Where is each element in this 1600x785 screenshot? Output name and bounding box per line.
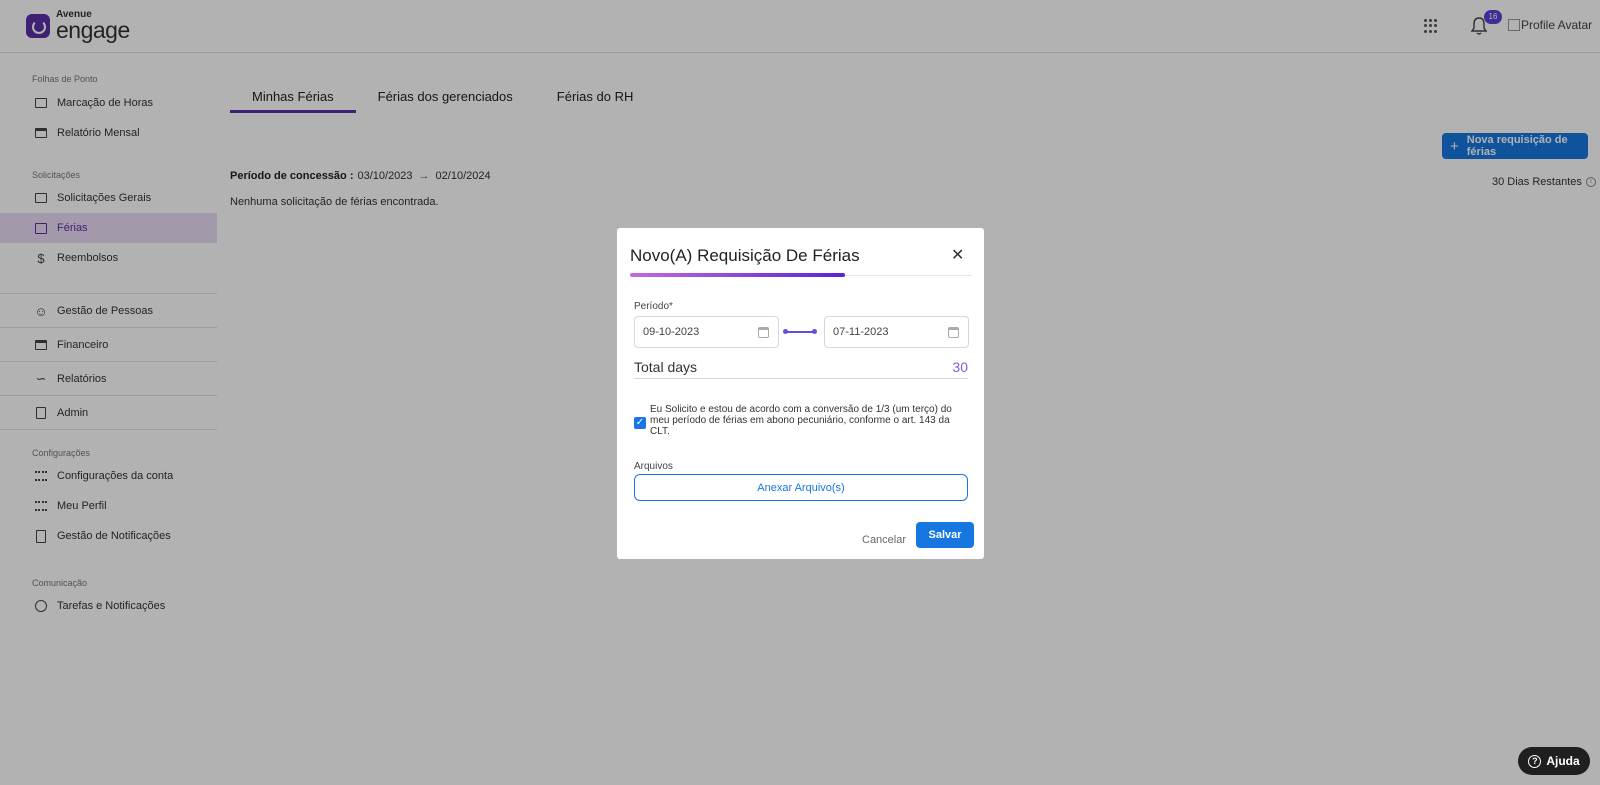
abono-checkbox-label: Eu Solicito e estou de acordo com a conv… bbox=[650, 404, 952, 437]
cancel-button[interactable]: Cancelar bbox=[862, 534, 906, 546]
total-days-value: 30 bbox=[952, 358, 968, 375]
attach-files-button[interactable]: Anexar Arquivo(s) bbox=[634, 474, 968, 501]
title-accent-bar bbox=[630, 273, 845, 277]
end-date-value: 07-11-2023 bbox=[833, 326, 889, 338]
total-days-label: Total days bbox=[634, 358, 698, 375]
date-range-connector bbox=[783, 329, 817, 334]
files-label: Arquivos bbox=[634, 461, 673, 472]
abono-checkbox[interactable]: ✓ bbox=[634, 417, 646, 429]
dialog-title: Novo(A) Requisição De Férias bbox=[630, 246, 860, 265]
help-button-label: Ajuda bbox=[1546, 754, 1580, 768]
calendar-icon bbox=[758, 327, 769, 338]
question-icon: ? bbox=[1528, 754, 1542, 768]
new-vacation-request-dialog: Novo(A) Requisição De Férias ✕ Período* … bbox=[617, 228, 984, 559]
save-button[interactable]: Salvar bbox=[916, 522, 974, 548]
close-icon[interactable]: ✕ bbox=[951, 248, 964, 264]
start-date-value: 09-10-2023 bbox=[643, 326, 700, 338]
start-date-input[interactable]: 09-10-2023 bbox=[634, 316, 779, 348]
end-date-input[interactable]: 07-11-2023 bbox=[824, 316, 969, 348]
period-field-label: Período* bbox=[634, 301, 673, 312]
calendar-icon bbox=[948, 327, 959, 338]
help-button[interactable]: ? Ajuda bbox=[1518, 747, 1590, 775]
total-days-row: Total days 30 bbox=[634, 355, 968, 379]
